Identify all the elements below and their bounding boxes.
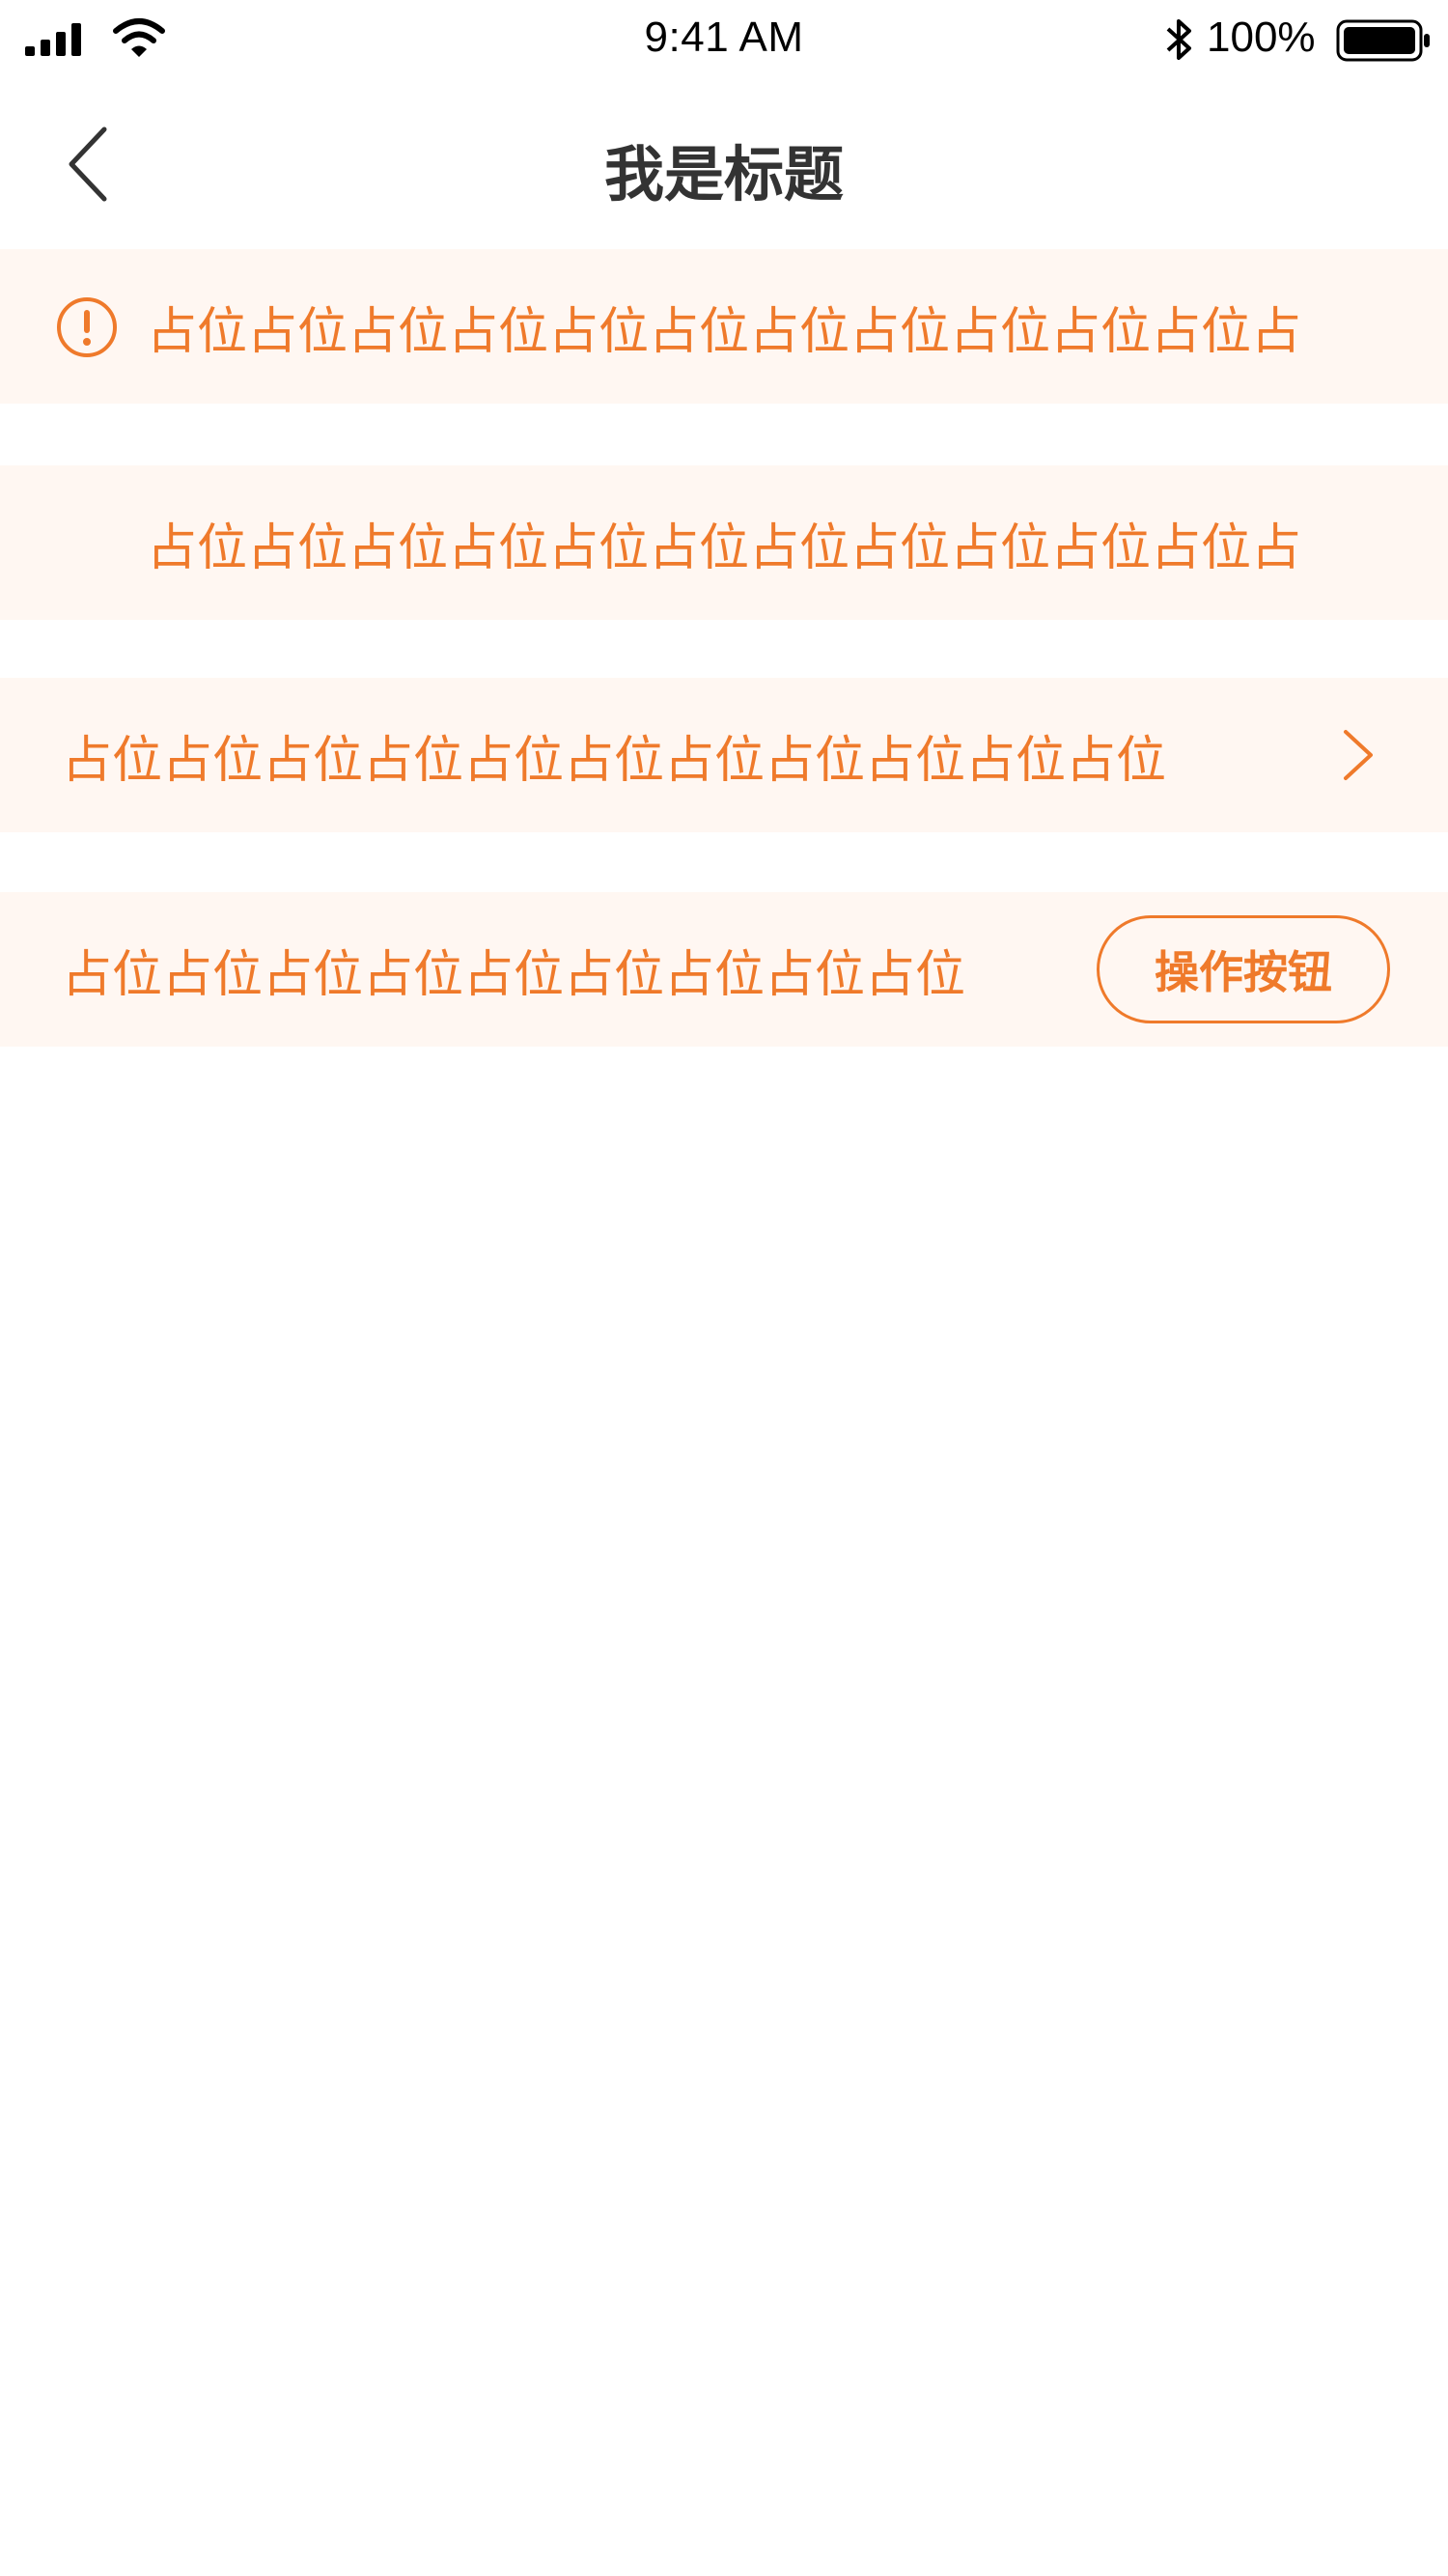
notice-text: 占位占位占位占位占位占位占位占位占位 bbox=[62, 945, 966, 1004]
bluetooth-icon bbox=[1166, 19, 1191, 60]
notice-bar-centered: 占位占位占位占位占位占位占位占位占位占位占位占 bbox=[0, 465, 1448, 620]
battery-percent: 100% bbox=[1207, 14, 1316, 61]
notice-bar-action: 占位占位占位占位占位占位占位占位占位 操作按钮 bbox=[0, 892, 1448, 1047]
page-title: 我是标题 bbox=[603, 139, 844, 210]
notice-bar-with-icon: 占位占位占位占位占位占位占位占位占位占位占位占 bbox=[0, 249, 1448, 404]
notice-text: 占位占位占位占位占位占位占位占位占位占位占位占 bbox=[147, 302, 1302, 361]
notice-bar-link[interactable]: 占位占位占位占位占位占位占位占位占位占位占位 bbox=[0, 678, 1448, 832]
alert-circle-icon bbox=[57, 297, 117, 357]
battery-icon bbox=[1336, 19, 1430, 62]
notice-text: 占位占位占位占位占位占位占位占位占位占位占位占 bbox=[146, 518, 1301, 577]
nav-bar: 我是标题 bbox=[0, 85, 1448, 249]
notice-text: 占位占位占位占位占位占位占位占位占位占位占位 bbox=[62, 731, 1167, 790]
action-button[interactable]: 操作按钮 bbox=[1097, 915, 1390, 1023]
chevron-right-icon[interactable] bbox=[1336, 726, 1380, 784]
status-bar: 9:41 AM 100% bbox=[0, 0, 1448, 85]
